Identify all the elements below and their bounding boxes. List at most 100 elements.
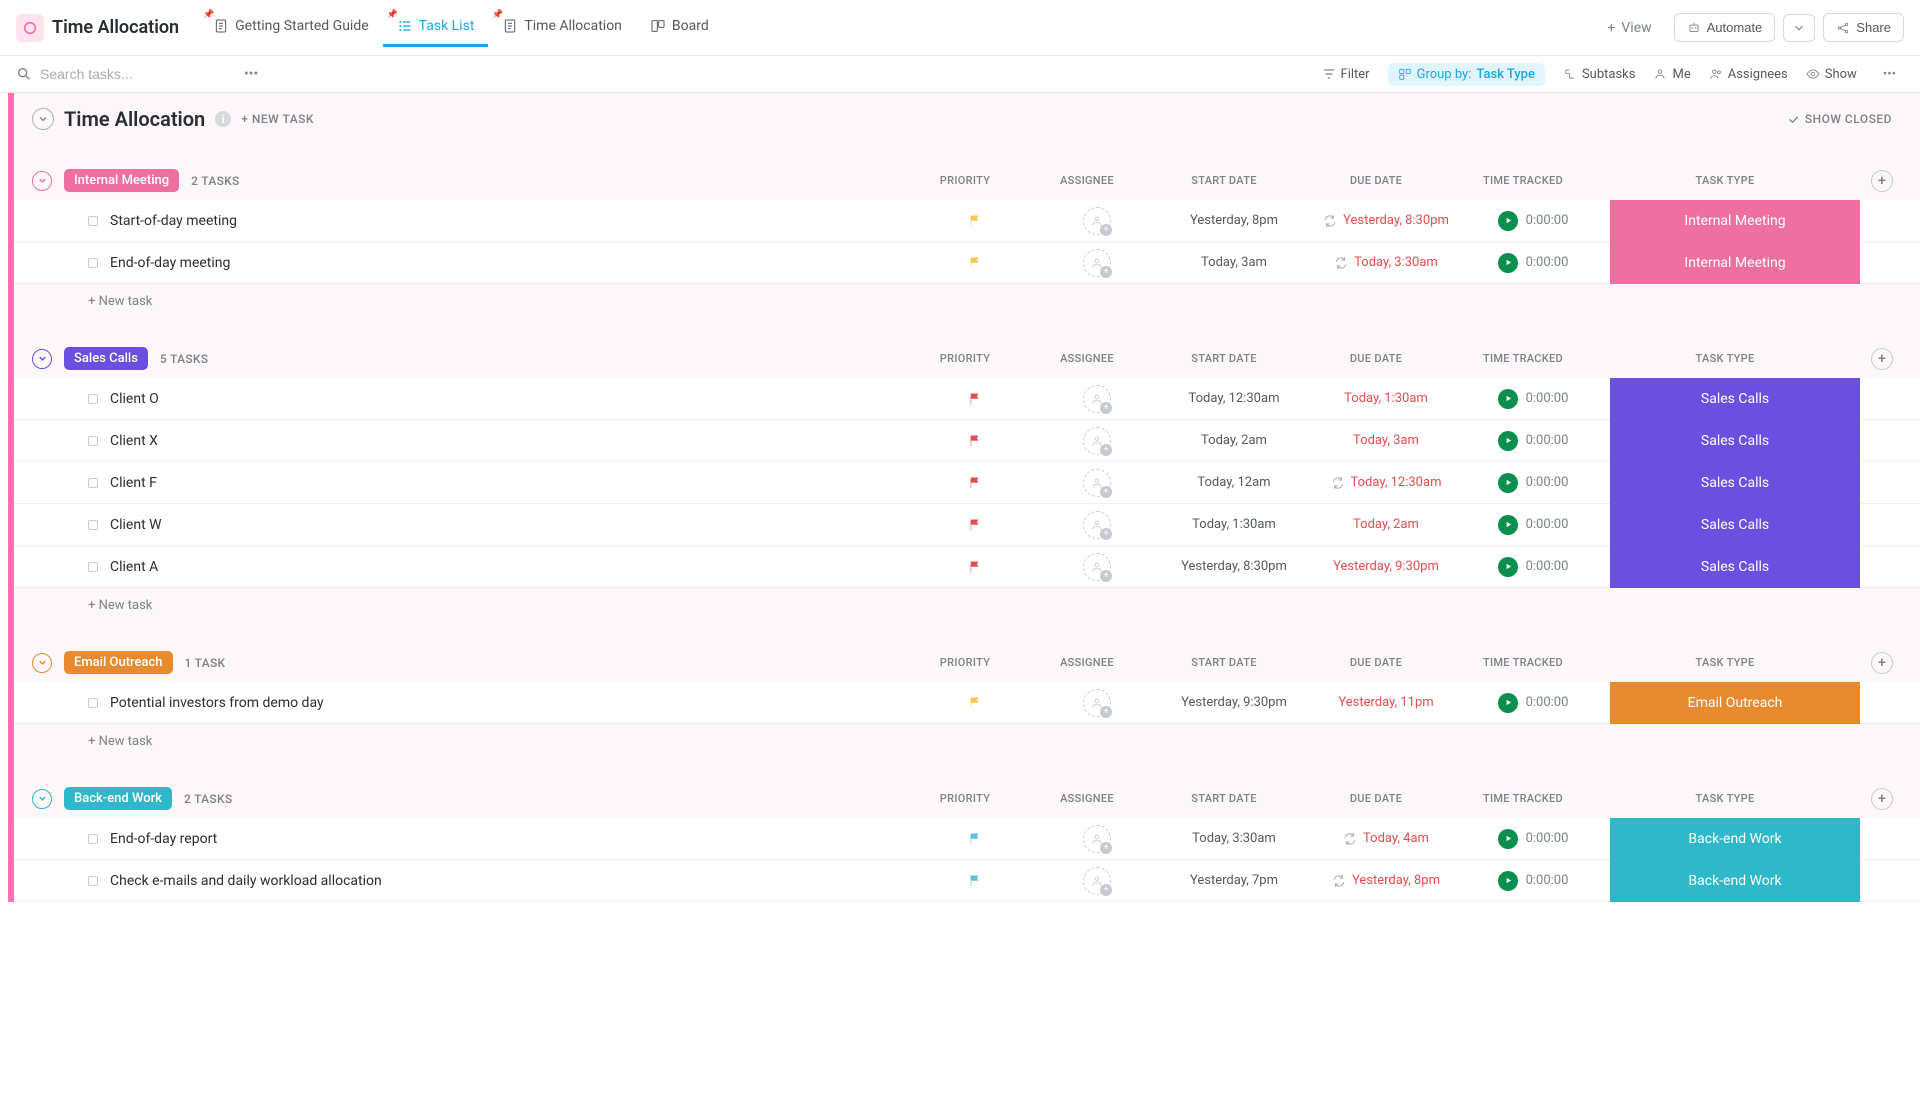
- new-task-row[interactable]: + New task: [14, 724, 1920, 759]
- due-date-cell[interactable]: Yesterday, 8pm: [1316, 873, 1456, 888]
- priority-cell[interactable]: [920, 476, 1030, 490]
- assignee-add[interactable]: +: [1083, 511, 1111, 539]
- status-checkbox[interactable]: [88, 478, 98, 488]
- status-checkbox[interactable]: [88, 436, 98, 446]
- time-tracked-cell[interactable]: 0:00:00: [1468, 515, 1598, 535]
- time-tracked-cell[interactable]: 0:00:00: [1468, 693, 1598, 713]
- task-row[interactable]: Client O+Today, 12:30amToday, 1:30am0:00…: [14, 378, 1920, 420]
- col-time-tracked[interactable]: TIME TRACKED: [1458, 792, 1588, 805]
- new-task-row[interactable]: + New task: [14, 588, 1920, 623]
- due-date-cell[interactable]: Today, 2am: [1316, 517, 1456, 532]
- task-name[interactable]: Potential investors from demo day: [110, 695, 908, 711]
- col-priority[interactable]: PRIORITY: [910, 656, 1020, 669]
- start-date-cell[interactable]: Yesterday, 9:30pm: [1164, 695, 1304, 710]
- group-badge[interactable]: Internal Meeting: [64, 169, 179, 192]
- status-checkbox[interactable]: [88, 876, 98, 886]
- play-button[interactable]: [1498, 389, 1518, 409]
- assignee-add[interactable]: +: [1083, 825, 1111, 853]
- status-checkbox[interactable]: [88, 562, 98, 572]
- tab-time-allocation[interactable]: 📌Time Allocation: [488, 8, 636, 47]
- assignee-cell[interactable]: +: [1042, 825, 1152, 853]
- due-date-cell[interactable]: Today, 12:30am: [1316, 475, 1456, 490]
- col-time-tracked[interactable]: TIME TRACKED: [1458, 352, 1588, 365]
- group-collapse-toggle[interactable]: [32, 349, 52, 369]
- time-tracked-cell[interactable]: 0:00:00: [1468, 211, 1598, 231]
- col-priority[interactable]: PRIORITY: [910, 352, 1020, 365]
- col-task-type[interactable]: TASK TYPE: [1600, 174, 1850, 187]
- col-task-type[interactable]: TASK TYPE: [1600, 352, 1850, 365]
- time-tracked-cell[interactable]: 0:00:00: [1468, 473, 1598, 493]
- assignee-cell[interactable]: +: [1042, 553, 1152, 581]
- assignee-cell[interactable]: +: [1042, 385, 1152, 413]
- group-by-button[interactable]: Group by: Task Type: [1388, 63, 1545, 86]
- due-date-cell[interactable]: Yesterday, 11pm: [1316, 695, 1456, 710]
- add-column[interactable]: +: [1862, 170, 1902, 192]
- col-due-date[interactable]: DUE DATE: [1306, 352, 1446, 365]
- status-checkbox[interactable]: [88, 520, 98, 530]
- task-row[interactable]: Client X+Today, 2amToday, 3am0:00:00Sale…: [14, 420, 1920, 462]
- task-type-cell[interactable]: Internal Meeting: [1610, 200, 1860, 241]
- start-date-cell[interactable]: Today, 1:30am: [1164, 517, 1304, 532]
- col-start-date[interactable]: START DATE: [1154, 352, 1294, 365]
- group-badge[interactable]: Sales Calls: [64, 347, 148, 370]
- priority-cell[interactable]: [920, 696, 1030, 710]
- priority-cell[interactable]: [920, 874, 1030, 888]
- col-assignee[interactable]: ASSIGNEE: [1032, 656, 1142, 669]
- task-type-cell[interactable]: Internal Meeting: [1610, 242, 1860, 283]
- assignees-button[interactable]: Assignees: [1709, 67, 1788, 82]
- col-start-date[interactable]: START DATE: [1154, 656, 1294, 669]
- col-assignee[interactable]: ASSIGNEE: [1032, 792, 1142, 805]
- start-date-cell[interactable]: Today, 3:30am: [1164, 831, 1304, 846]
- add-view-button[interactable]: + View: [1593, 10, 1665, 46]
- time-tracked-cell[interactable]: 0:00:00: [1468, 829, 1598, 849]
- assignee-add[interactable]: +: [1083, 689, 1111, 717]
- start-date-cell[interactable]: Today, 12:30am: [1164, 391, 1304, 406]
- task-type-cell[interactable]: Sales Calls: [1610, 546, 1860, 587]
- show-button[interactable]: Show: [1806, 67, 1857, 82]
- task-type-cell[interactable]: Email Outreach: [1610, 682, 1860, 723]
- time-tracked-cell[interactable]: 0:00:00: [1468, 389, 1598, 409]
- group-collapse-toggle[interactable]: [32, 789, 52, 809]
- automate-button[interactable]: Automate: [1674, 13, 1776, 42]
- task-row[interactable]: Start-of-day meeting+Yesterday, 8pmYeste…: [14, 200, 1920, 242]
- assignee-cell[interactable]: +: [1042, 427, 1152, 455]
- col-due-date[interactable]: DUE DATE: [1306, 792, 1446, 805]
- task-name[interactable]: Client O: [110, 391, 908, 407]
- start-date-cell[interactable]: Today, 12am: [1164, 475, 1304, 490]
- assignee-cell[interactable]: +: [1042, 867, 1152, 895]
- assignee-cell[interactable]: +: [1042, 689, 1152, 717]
- filter-button[interactable]: Filter: [1322, 67, 1370, 82]
- search-more-button[interactable]: •••: [236, 62, 266, 86]
- status-checkbox[interactable]: [88, 394, 98, 404]
- col-assignee[interactable]: ASSIGNEE: [1032, 174, 1142, 187]
- due-date-cell[interactable]: Today, 4am: [1316, 831, 1456, 846]
- col-task-type[interactable]: TASK TYPE: [1600, 792, 1850, 805]
- add-column[interactable]: +: [1862, 788, 1902, 810]
- priority-cell[interactable]: [920, 214, 1030, 228]
- task-name[interactable]: Client F: [110, 475, 908, 491]
- status-checkbox[interactable]: [88, 698, 98, 708]
- play-button[interactable]: [1498, 871, 1518, 891]
- due-date-cell[interactable]: Yesterday, 8:30pm: [1316, 213, 1456, 228]
- group-collapse-toggle[interactable]: [32, 171, 52, 191]
- start-date-cell[interactable]: Today, 2am: [1164, 433, 1304, 448]
- task-name[interactable]: End-of-day meeting: [110, 255, 908, 271]
- start-date-cell[interactable]: Yesterday, 8:30pm: [1164, 559, 1304, 574]
- priority-cell[interactable]: [920, 434, 1030, 448]
- col-task-type[interactable]: TASK TYPE: [1600, 656, 1850, 669]
- task-type-cell[interactable]: Sales Calls: [1610, 462, 1860, 503]
- col-priority[interactable]: PRIORITY: [910, 174, 1020, 187]
- task-name[interactable]: End-of-day report: [110, 831, 908, 847]
- play-button[interactable]: [1498, 693, 1518, 713]
- assignee-cell[interactable]: +: [1042, 511, 1152, 539]
- group-badge[interactable]: Back-end Work: [64, 787, 172, 810]
- share-button[interactable]: Share: [1823, 13, 1904, 42]
- play-button[interactable]: [1498, 431, 1518, 451]
- subtasks-button[interactable]: Subtasks: [1563, 67, 1636, 82]
- assignee-cell[interactable]: +: [1042, 207, 1152, 235]
- play-button[interactable]: [1498, 253, 1518, 273]
- assignee-add[interactable]: +: [1083, 427, 1111, 455]
- status-checkbox[interactable]: [88, 258, 98, 268]
- time-tracked-cell[interactable]: 0:00:00: [1468, 253, 1598, 273]
- col-priority[interactable]: PRIORITY: [910, 792, 1020, 805]
